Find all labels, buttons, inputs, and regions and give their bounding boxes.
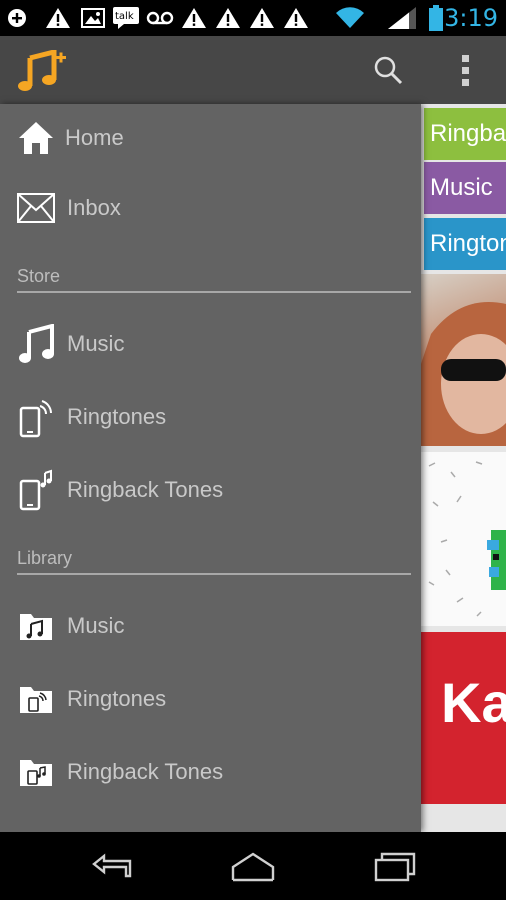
drawer-item-store-ringback-tones[interactable]: Ringback Tones [0,460,421,520]
mail-icon [16,188,56,228]
category-tag[interactable]: Ringback [424,108,506,160]
drawer-item-label: Home [65,125,124,150]
battery-icon [428,5,444,31]
warning-icon [248,6,276,30]
app-bar [0,36,506,104]
drawer-item-library-ringback-tones[interactable]: Ringback Tones [0,742,421,802]
section-label: Library [17,548,73,568]
drawer-item-label: Ringtones [67,404,167,429]
talk-label: talk [115,11,134,22]
search-icon[interactable] [372,54,404,86]
drawer-item-label: Music [67,613,125,638]
status-bar: talk 3:19 [0,0,506,36]
phone-music-icon [16,469,56,511]
warning-icon [282,6,310,30]
folder-ringtone-icon [16,679,56,719]
clock: 3:19 [444,4,498,32]
warning-icon [44,6,72,30]
drawer-item-store-music[interactable]: Music [0,314,421,374]
recent-apps-icon[interactable] [372,850,418,884]
drawer-item-home[interactable]: Home [0,108,421,168]
add-icon [6,6,28,30]
music-note-icon [16,324,56,364]
signal-icon [386,6,418,30]
navigation-drawer: Home Inbox Store Music Ringtones Ringbac… [0,104,421,832]
album-thumbnail[interactable] [421,452,506,626]
drawer-item-label: Ringback Tones [67,759,224,784]
folder-ringback-icon [16,752,56,792]
home-nav-icon[interactable] [230,850,276,884]
drawer-item-library-ringtones[interactable]: Ringtones [0,669,421,729]
home-icon [16,118,56,158]
section-divider [17,573,411,575]
category-tag[interactable]: Music [424,162,506,214]
drawer-item-inbox[interactable]: Inbox [0,178,421,238]
drawer-item-label: Ringback Tones [67,477,224,502]
system-nav-bar [0,832,506,900]
overflow-menu-icon[interactable] [454,52,478,88]
warning-icon [180,6,208,30]
drawer-item-label: Inbox [67,195,121,220]
album-thumbnail[interactable] [421,274,506,446]
drawer-item-label: Ringtones [67,686,167,711]
wifi-icon [334,6,366,30]
talk-icon: talk [112,6,140,30]
image-icon [80,6,106,30]
section-label: Store [17,266,61,286]
drawer-item-library-music[interactable]: Music [0,596,421,656]
folder-music-icon [16,606,56,646]
warning-icon [214,6,242,30]
ringing-phone-icon [16,397,56,438]
section-header-library: Library [17,548,411,575]
voicemail-icon [146,6,174,30]
section-header-store: Store [17,266,411,293]
drawer-item-store-ringtones[interactable]: Ringtones [0,387,421,447]
drawer-item-label: Music [67,331,125,356]
category-tag[interactable]: Ringtones [424,218,506,270]
music-plus-logo-icon[interactable] [16,48,66,92]
section-divider [17,291,411,293]
main-content: Ringback Music Ringtones Karma [421,104,506,832]
back-icon[interactable] [90,850,136,884]
thumbnail-text: Karma [441,671,506,734]
album-thumbnail[interactable]: Karma [421,632,506,804]
